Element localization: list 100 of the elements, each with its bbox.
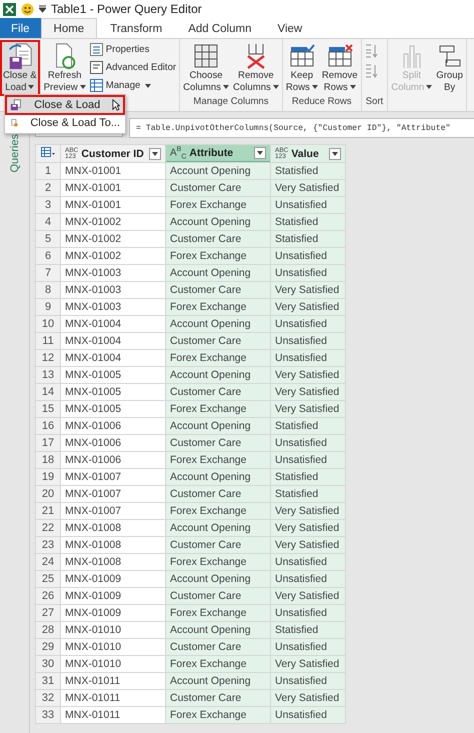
- window-title: Table1 - Power Query Editor: [51, 2, 202, 16]
- ribbon-tab[interactable]: File: [0, 18, 41, 38]
- table-menu-icon[interactable]: [41, 147, 55, 157]
- row-number: 2: [36, 180, 60, 196]
- table-cell: Very Satisfied: [270, 400, 346, 418]
- properties-icon: [90, 43, 103, 56]
- menu-item[interactable]: Close & Load To...: [6, 114, 124, 132]
- table-cell: Account Opening: [166, 264, 270, 282]
- ribbon-button[interactable]: Choose Columns: [181, 41, 231, 95]
- table-cell: MNX-01003: [60, 282, 166, 298]
- column-title: Attribute: [189, 147, 234, 160]
- table-cell: Unsatisfied: [270, 248, 346, 264]
- table-cell: Forex Exchange: [166, 554, 270, 570]
- table-cell: MNX-01004: [60, 316, 166, 332]
- table-cell: MNX-01011: [60, 706, 166, 724]
- table-cell: Account Opening: [166, 162, 270, 180]
- table-cell: Very Satisfied: [270, 502, 346, 520]
- filter-button[interactable]: [254, 147, 266, 160]
- table-cell: Customer Care: [166, 638, 270, 656]
- ribbon-tab[interactable]: View: [264, 18, 316, 38]
- queries-pane-label[interactable]: Queries: [8, 134, 20, 173]
- table-icon: [90, 79, 103, 92]
- table-cell: MNX-01009: [60, 604, 166, 622]
- row-number: 17: [36, 434, 60, 452]
- table-cell: Account Opening: [166, 214, 270, 230]
- row-number: 31: [36, 672, 60, 690]
- row-number: 13: [36, 366, 60, 384]
- table-cell: Statisfied: [270, 468, 346, 486]
- table-cell: Customer Care: [166, 536, 270, 554]
- table-cell: Statisfied: [270, 486, 346, 502]
- caret-icon: [152, 152, 158, 156]
- table-cell: MNX-01004: [60, 332, 166, 350]
- row-number: 5: [36, 230, 60, 248]
- table-columns-icon: [193, 42, 220, 70]
- caret-icon: [350, 85, 356, 90]
- table-cell: MNX-01009: [60, 588, 166, 604]
- table-cell: Unsatisfied: [270, 452, 346, 468]
- caret-icon: [312, 85, 318, 90]
- smiley-icon[interactable]: [21, 2, 34, 16]
- table-cell: MNX-01007: [60, 486, 166, 502]
- table-cell: MNX-01011: [60, 690, 166, 706]
- row-number: 27: [36, 604, 60, 622]
- ribbon-tab[interactable]: Transform: [97, 18, 176, 38]
- table-cell: Very Satisfied: [270, 282, 346, 298]
- table-cell: Account Opening: [166, 468, 270, 486]
- table-cell: Forex Exchange: [166, 350, 270, 366]
- ribbon-button[interactable]: Close & Load: [1, 41, 39, 95]
- table-cell: Account Opening: [166, 418, 270, 434]
- editor-icon: [90, 61, 103, 74]
- table-cell: MNX-01001: [60, 180, 166, 196]
- column-title: Customer ID: [81, 148, 144, 160]
- table-cell: Account Opening: [166, 570, 270, 588]
- table-cell: Forex Exchange: [166, 298, 270, 316]
- caret-icon: [332, 152, 338, 156]
- row-number: 30: [36, 656, 60, 672]
- table-cell: Very Satisfied: [270, 588, 346, 604]
- menu-item[interactable]: Close & Load: [6, 96, 124, 114]
- table-cell: Customer Care: [166, 230, 270, 248]
- table-cell: Unsatisfied: [270, 434, 346, 452]
- caret-icon: [80, 85, 86, 90]
- table-cell: Very Satisfied: [270, 298, 346, 316]
- sort-descending-icon[interactable]: [364, 63, 378, 79]
- table-cell: Unsatisfied: [270, 570, 346, 588]
- table-cell: Forex Exchange: [166, 248, 270, 264]
- column-header[interactable]: A$^{B}$$_{C}$ Attribute: [166, 144, 270, 162]
- table-cell: Unsatisfied: [270, 332, 346, 350]
- ribbon-button[interactable]: Manage: [88, 77, 178, 94]
- ribbon-button[interactable]: Refresh Preview: [42, 41, 88, 95]
- table-cell: Forex Exchange: [166, 196, 270, 214]
- ribbon-button[interactable]: Keep Rows: [284, 41, 320, 95]
- ribbon-tab[interactable]: Add Column: [175, 18, 264, 38]
- formula-field[interactable]: = Table.UnpivotOtherColumns(Source, {"Customer ID"}, "Attribute": [129, 118, 474, 138]
- row-number: 20: [36, 486, 60, 502]
- table-cell: MNX-01003: [60, 298, 166, 316]
- filter-button[interactable]: [149, 148, 161, 160]
- table-cell: Unsatisfied: [270, 264, 346, 282]
- table-cell: Very Satisfied: [270, 656, 346, 672]
- table-cell: MNX-01010: [60, 656, 166, 672]
- table-cell: Account Opening: [166, 316, 270, 332]
- table-cell: MNX-01008: [60, 554, 166, 570]
- ribbon-tab[interactable]: Home: [40, 18, 98, 38]
- sort-ascending-icon[interactable]: [364, 43, 378, 59]
- customize-toolbar-icon[interactable]: [39, 5, 46, 13]
- ribbon-button[interactable]: Remove Columns: [230, 41, 281, 95]
- mouse-cursor-icon: [112, 98, 120, 112]
- table-cell: MNX-01008: [60, 536, 166, 554]
- table-cell: Account Opening: [166, 520, 270, 536]
- group-label: Sort: [364, 96, 384, 109]
- save-document-icon: [6, 42, 33, 70]
- table-cell: MNX-01002: [60, 214, 166, 230]
- ribbon-button[interactable]: Group By: [434, 41, 465, 95]
- row-number: 12: [36, 350, 60, 366]
- ribbon-button[interactable]: Remove Rows: [320, 41, 360, 95]
- table-cell: Statisfied: [270, 230, 346, 248]
- row-number: 8: [36, 282, 60, 298]
- table-cell: Customer Care: [166, 486, 270, 502]
- ribbon-button[interactable]: Advanced Editor: [88, 59, 178, 76]
- filter-button[interactable]: [329, 148, 341, 160]
- row-number: 33: [36, 706, 60, 724]
- ribbon-button[interactable]: Properties: [88, 41, 178, 58]
